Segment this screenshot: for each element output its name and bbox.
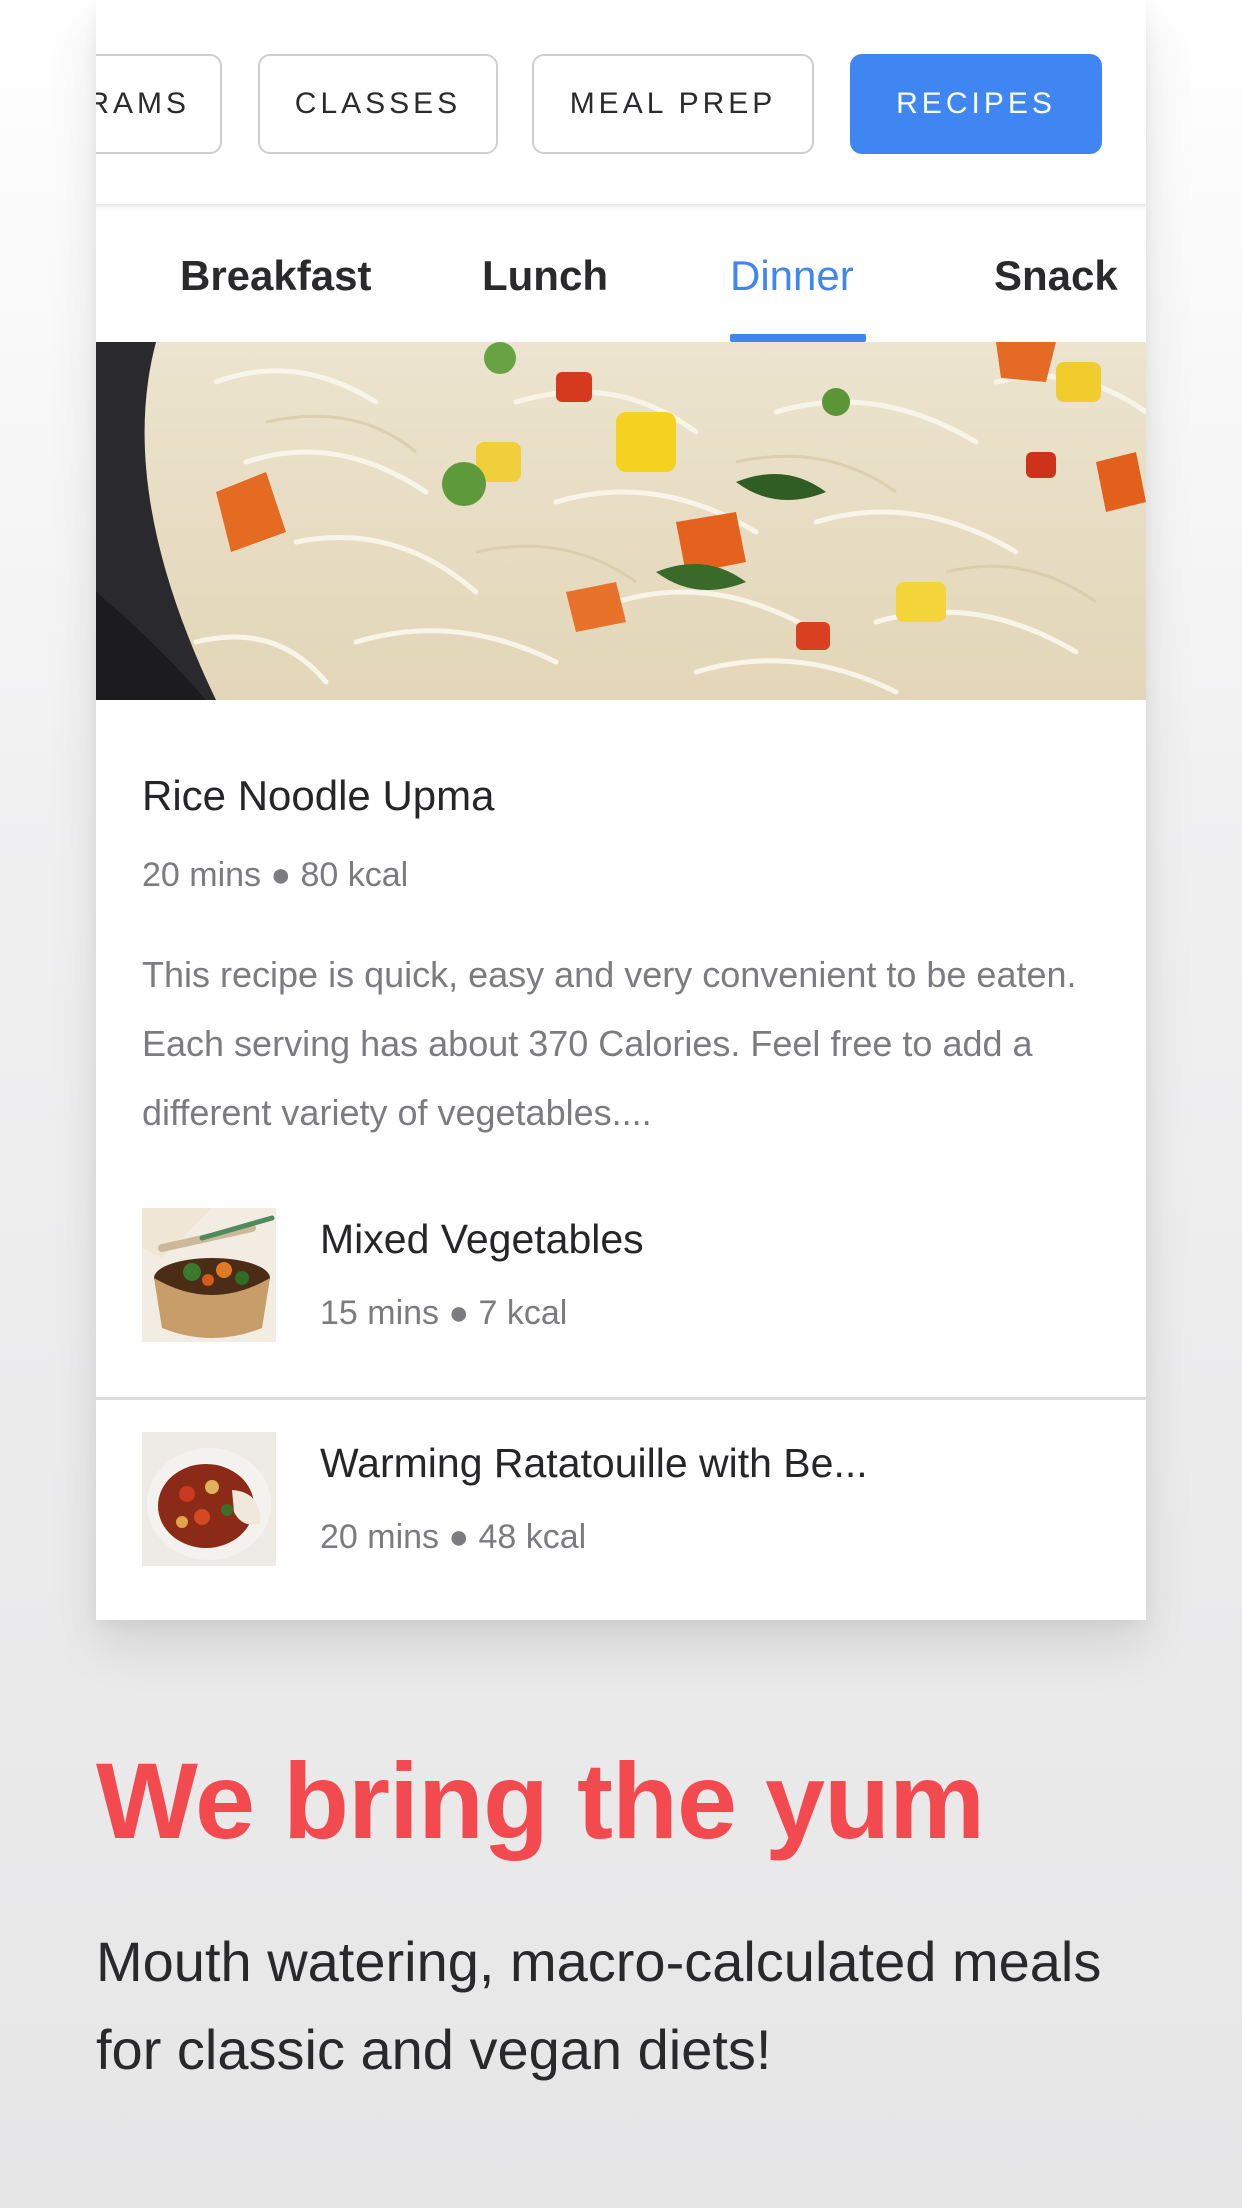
mixed-vegetables-bowl-icon (142, 1208, 276, 1342)
featured-recipe-image[interactable] (96, 342, 1146, 700)
recipe-title: Mixed Vegetables (320, 1216, 644, 1262)
recipes-card: RAMS CLASSES MEAL PREP RECIPES Breakfast… (96, 0, 1146, 1620)
recipe-thumbnail (142, 1432, 276, 1566)
category-pill-programs[interactable]: RAMS (96, 54, 222, 154)
recipe-title: Warming Ratatouille with Be... (320, 1440, 868, 1486)
list-item[interactable]: Warming Ratatouille with Be... 20 mins ●… (96, 1400, 1146, 1620)
category-pill-bar: RAMS CLASSES MEAL PREP RECIPES (96, 0, 1146, 204)
active-tab-indicator (730, 334, 866, 342)
marketing-subtext: Mouth watering, macro-calculated meals f… (96, 1930, 1102, 2081)
featured-recipe-meta: 20 mins ● 80 kcal (142, 856, 409, 894)
tab-snack[interactable]: Snack (994, 252, 1118, 300)
rice-noodle-dish-illustration (96, 342, 1146, 700)
tab-breakfast[interactable]: Breakfast (180, 252, 371, 300)
featured-recipe-title[interactable]: Rice Noodle Upma (142, 772, 495, 820)
category-pill-meal-prep[interactable]: MEAL PREP (532, 54, 814, 154)
category-pill-classes[interactable]: CLASSES (258, 54, 498, 154)
list-item[interactable]: Mixed Vegetables 15 mins ● 7 kcal (96, 1176, 1146, 1398)
tab-lunch[interactable]: Lunch (482, 252, 608, 300)
recipe-thumbnail (142, 1208, 276, 1342)
ratatouille-bowl-icon (142, 1432, 276, 1566)
recipe-meta: 20 mins ● 48 kcal (320, 1518, 587, 1556)
tab-dinner[interactable]: Dinner (730, 252, 854, 300)
featured-recipe-description: This recipe is quick, easy and very conv… (142, 954, 1077, 1133)
meal-tabs: Breakfast Lunch Dinner Snack (96, 210, 1146, 342)
recipe-meta: 15 mins ● 7 kcal (320, 1294, 568, 1332)
marketing-headline: We bring the yum (96, 1740, 985, 1861)
category-pill-recipes[interactable]: RECIPES (850, 54, 1102, 154)
